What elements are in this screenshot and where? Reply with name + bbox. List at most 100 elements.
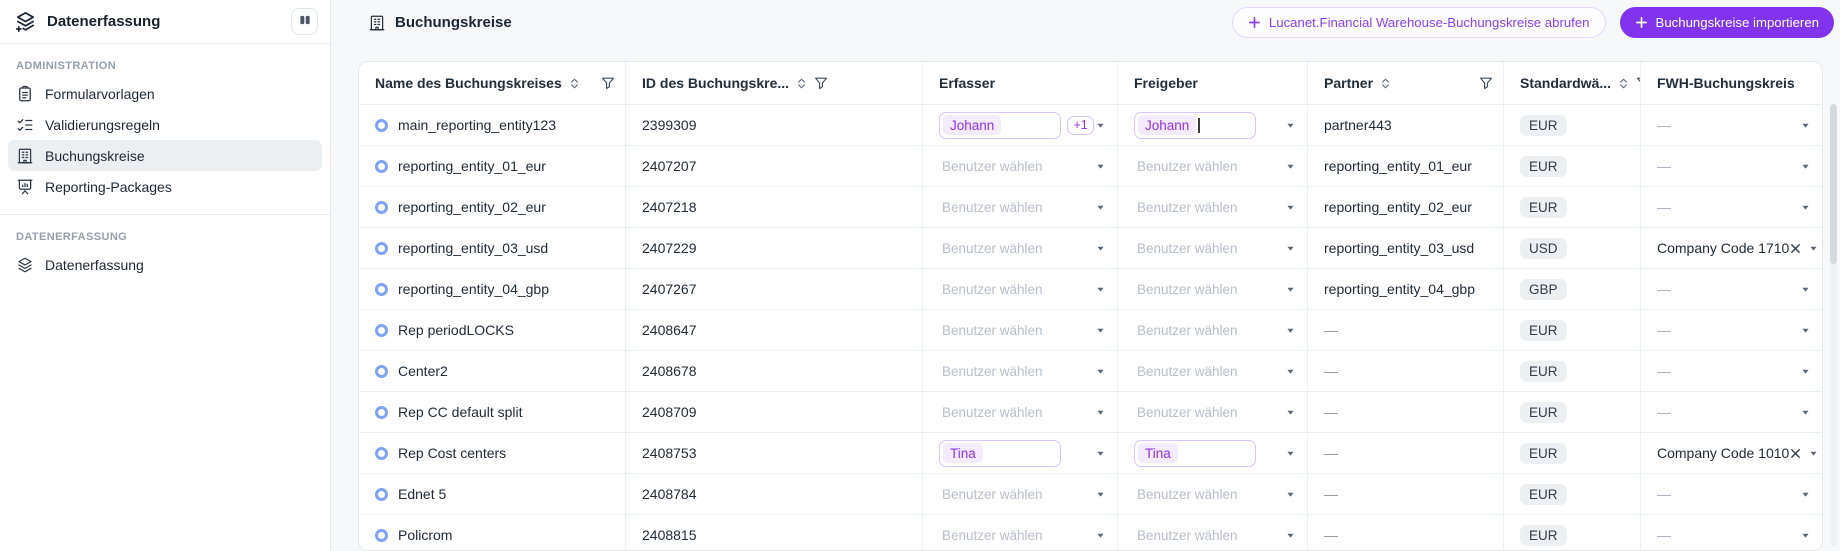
cell-erfasser[interactable]: Johann +1 xyxy=(923,105,1118,146)
cell-freigeber[interactable]: Tina xyxy=(1118,433,1308,474)
cell-fwh[interactable]: — xyxy=(1641,310,1822,350)
clear-selection-icon[interactable] xyxy=(1789,447,1802,460)
chevron-down-icon[interactable] xyxy=(1094,529,1107,542)
cell-freigeber[interactable]: Johann xyxy=(1118,105,1308,146)
chevron-down-icon[interactable] xyxy=(1799,283,1812,296)
chevron-down-icon[interactable] xyxy=(1284,488,1297,501)
cell-freigeber[interactable]: Benutzer wählen xyxy=(1118,351,1308,392)
chevron-down-icon[interactable] xyxy=(1799,201,1812,214)
cell-freigeber[interactable]: Benutzer wählen xyxy=(1118,269,1308,310)
chevron-down-icon[interactable] xyxy=(1799,365,1812,378)
chevron-down-icon[interactable] xyxy=(1094,119,1107,132)
chevron-down-icon[interactable] xyxy=(1284,283,1297,296)
user-chip[interactable]: Tina xyxy=(1138,443,1178,464)
chevron-down-icon[interactable] xyxy=(1284,119,1297,132)
cell-freigeber[interactable]: Benutzer wählen xyxy=(1118,187,1308,228)
chevron-down-icon[interactable] xyxy=(1284,365,1297,378)
chevron-down-icon[interactable] xyxy=(1799,488,1812,501)
sidebar-item-validierungsregeln[interactable]: Validierungsregeln xyxy=(8,109,322,140)
chevron-down-icon[interactable] xyxy=(1284,529,1297,542)
sort-icon[interactable] xyxy=(568,77,581,90)
chevron-down-icon[interactable] xyxy=(1809,244,1818,253)
cell-erfasser[interactable]: Benutzer wählen xyxy=(923,392,1118,433)
sidebar-item-datenerfassung[interactable]: Datenerfassung xyxy=(8,249,322,280)
cell-fwh[interactable]: Company Code 1010 xyxy=(1641,433,1822,473)
filter-funnel-icon[interactable] xyxy=(1479,76,1493,90)
table-row[interactable]: reporting_entity_04_gbp 2407267 Benutzer w… xyxy=(359,268,1822,310)
sidebar-collapse-button[interactable] xyxy=(291,8,318,35)
table-row[interactable]: Rep CC default split 2408709 Benutzer wähl… xyxy=(359,391,1822,433)
cell-fwh[interactable]: — xyxy=(1641,146,1822,186)
sidebar-item-buchungskreise[interactable]: Buchungskreise xyxy=(8,140,322,171)
chevron-down-icon[interactable] xyxy=(1094,324,1107,337)
cell-fwh[interactable]: Company Code 1710 xyxy=(1641,228,1822,268)
cell-erfasser[interactable]: Tina xyxy=(923,433,1118,474)
cell-fwh[interactable]: — xyxy=(1641,269,1822,309)
chevron-down-icon[interactable] xyxy=(1284,406,1297,419)
chevron-down-icon[interactable] xyxy=(1799,324,1812,337)
chevron-down-icon[interactable] xyxy=(1284,447,1297,460)
user-select-input[interactable]: Johann xyxy=(1134,111,1256,139)
cell-fwh[interactable]: — xyxy=(1641,105,1822,145)
cell-fwh[interactable]: — xyxy=(1641,474,1822,514)
sort-icon[interactable] xyxy=(795,77,808,90)
cell-erfasser[interactable]: Benutzer wählen xyxy=(923,351,1118,392)
table-row[interactable]: reporting_entity_02_eur 2407218 Benutzer w… xyxy=(359,186,1822,228)
vertical-scrollbar[interactable] xyxy=(1830,104,1837,546)
user-select-input[interactable]: Tina xyxy=(939,439,1061,467)
filter-funnel-icon[interactable] xyxy=(601,76,615,90)
chevron-down-icon[interactable] xyxy=(1799,406,1812,419)
cell-erfasser[interactable]: Benutzer wählen xyxy=(923,474,1118,515)
table-row[interactable]: Center2 2408678 Benutzer wählen Benutzer wä… xyxy=(359,350,1822,392)
table-row[interactable]: reporting_entity_03_usd 2407229 Benutzer w… xyxy=(359,227,1822,269)
cell-fwh[interactable]: — xyxy=(1641,187,1822,227)
user-select-input[interactable]: Johann xyxy=(939,111,1061,139)
chevron-down-icon[interactable] xyxy=(1094,488,1107,501)
chevron-down-icon[interactable] xyxy=(1809,449,1818,458)
chevron-down-icon[interactable] xyxy=(1094,201,1107,214)
table-row[interactable]: Rep Cost centers 2408753 Tina Tina — EUR Compa… xyxy=(359,432,1822,474)
chevron-down-icon[interactable] xyxy=(1094,447,1107,460)
table-row[interactable]: Rep periodLOCKS 2408647 Benutzer wählen Ben… xyxy=(359,309,1822,351)
chevron-down-icon[interactable] xyxy=(1094,160,1107,173)
chevron-down-icon[interactable] xyxy=(1094,365,1107,378)
chevron-down-icon[interactable] xyxy=(1284,201,1297,214)
cell-freigeber[interactable]: Benutzer wählen xyxy=(1118,474,1308,515)
column-header-standardw-[interactable]: Standardwä... xyxy=(1504,62,1641,105)
chevron-down-icon[interactable] xyxy=(1284,242,1297,255)
chevron-down-icon[interactable] xyxy=(1094,283,1107,296)
chevron-down-icon[interactable] xyxy=(1799,529,1812,542)
sort-icon[interactable] xyxy=(1379,77,1392,90)
cell-erfasser[interactable]: Benutzer wählen xyxy=(923,269,1118,310)
scrollbar-thumb[interactable] xyxy=(1830,104,1837,264)
column-header-id-des-buchungskre-[interactable]: ID des Buchungskre... xyxy=(626,62,923,105)
cell-fwh[interactable]: — xyxy=(1641,515,1822,550)
column-header-name-des-buchungskreises[interactable]: Name des Buchungskreises xyxy=(359,62,626,105)
cell-freigeber[interactable]: Benutzer wählen xyxy=(1118,310,1308,351)
chevron-down-icon[interactable] xyxy=(1284,160,1297,173)
cell-freigeber[interactable]: Benutzer wählen xyxy=(1118,228,1308,269)
cell-erfasser[interactable]: Benutzer wählen xyxy=(923,146,1118,187)
chevron-down-icon[interactable] xyxy=(1094,406,1107,419)
cell-erfasser[interactable]: Benutzer wählen xyxy=(923,310,1118,351)
chevron-down-icon[interactable] xyxy=(1284,324,1297,337)
user-select-input[interactable]: Tina xyxy=(1134,439,1256,467)
table-row[interactable]: reporting_entity_01_eur 2407207 Benutzer w… xyxy=(359,145,1822,187)
user-chip[interactable]: Johann xyxy=(943,115,1002,136)
more-users-badge[interactable]: +1 xyxy=(1067,115,1095,135)
cell-erfasser[interactable]: Benutzer wählen xyxy=(923,515,1118,551)
chevron-down-icon[interactable] xyxy=(1094,242,1107,255)
user-chip[interactable]: Johann xyxy=(1138,115,1197,136)
sidebar-item-formularvorlagen[interactable]: Formularvorlagen xyxy=(8,78,322,109)
buchungskreise-importieren-button[interactable]: Buchungskreise importieren xyxy=(1619,7,1834,39)
cell-erfasser[interactable]: Benutzer wählen xyxy=(923,187,1118,228)
clear-selection-icon[interactable] xyxy=(1789,242,1802,255)
cell-erfasser[interactable]: Benutzer wählen xyxy=(923,228,1118,269)
table-row[interactable]: Ednet 5 2408784 Benutzer wählen Benutzer wä… xyxy=(359,473,1822,515)
cell-freigeber[interactable]: Benutzer wählen xyxy=(1118,146,1308,187)
user-chip[interactable]: Tina xyxy=(943,443,983,464)
filter-funnel-icon[interactable] xyxy=(814,76,828,90)
cell-fwh[interactable]: — xyxy=(1641,392,1822,432)
cell-freigeber[interactable]: Benutzer wählen xyxy=(1118,392,1308,433)
chevron-down-icon[interactable] xyxy=(1799,160,1812,173)
